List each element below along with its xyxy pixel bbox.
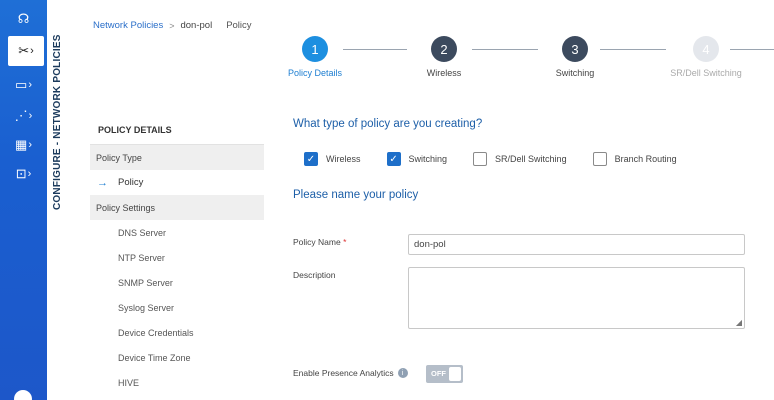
checkbox-label: Switching (408, 154, 448, 164)
devices-icon: ▭ (15, 77, 28, 92)
policy-name-label: Policy Name * (293, 237, 347, 247)
chevron-right-icon: › (28, 139, 32, 151)
section-vertical-label: CONFIGURE - NETWORK POLICIES (50, 0, 72, 400)
presence-analytics-toggle[interactable]: OFF (426, 365, 463, 383)
step-label: Wireless (426, 68, 462, 78)
subnav-header: POLICY DETAILS (90, 115, 264, 145)
subnav-item-device-credentials[interactable]: Device Credentials (90, 320, 264, 345)
policy-type-checkboxes: ✓ Wireless ✓ Switching SR/Dell Switching… (304, 152, 703, 166)
analytics-nav-button[interactable]: ⋰ › (0, 101, 47, 131)
checkbox-box (473, 152, 488, 166)
headset-icon[interactable]: ☊ (0, 4, 47, 34)
step-label: Policy Details (287, 68, 343, 78)
info-icon[interactable]: i (397, 368, 408, 378)
step-switching[interactable]: 3 Switching (525, 36, 625, 78)
checkbox-branch-routing[interactable]: Branch Routing (592, 152, 677, 166)
configure-network-policies-label: CONFIGURE - NETWORK POLICIES (52, 34, 63, 210)
step-sr-dell-switching[interactable]: 4 SR/Dell Switching (656, 36, 756, 78)
apps-nav-button[interactable]: ▦ › (0, 130, 47, 160)
description-textarea[interactable]: ◢ (408, 267, 745, 329)
presence-analytics-label: Enable Presence Analytics (293, 368, 394, 378)
checkbox-wireless[interactable]: ✓ Wireless (304, 152, 361, 166)
chevron-right-icon: › (30, 45, 34, 57)
checkbox-label: Wireless (326, 154, 361, 164)
policy-type-heading: What type of policy are you creating? (293, 118, 483, 130)
security-nav-button[interactable]: ⊡ › (0, 159, 47, 189)
checkbox-label: SR/Dell Switching (495, 154, 567, 164)
subnav-section-policy-settings[interactable]: Policy Settings (90, 195, 264, 220)
subnav-item-snmp-server[interactable]: SNMP Server (90, 270, 264, 295)
configure-nav-button[interactable]: ✂ › (8, 36, 44, 66)
required-marker: * (343, 237, 347, 247)
subnav-item-device-time-zone[interactable]: Device Time Zone (90, 345, 264, 370)
subnav-item-dns-server[interactable]: DNS Server (90, 220, 264, 245)
breadcrumb-current: don-pol (180, 20, 213, 31)
user-avatar[interactable] (14, 390, 32, 400)
step-number: 1 (302, 36, 328, 62)
step-wireless[interactable]: 2 Wireless (394, 36, 494, 78)
policy-name-input[interactable]: don-pol (408, 234, 745, 255)
resize-handle-icon[interactable]: ◢ (736, 318, 742, 327)
chevron-right-icon: › (28, 79, 32, 91)
name-policy-heading: Please name your policy (293, 189, 419, 201)
breadcrumb: Network Policies > don-pol Policy (93, 20, 252, 31)
step-label: Switching (555, 68, 595, 78)
checkbox-box (592, 152, 607, 166)
step-number: 3 (562, 36, 588, 62)
breadcrumb-separator: > (169, 20, 175, 31)
step-number: 4 (693, 36, 719, 62)
presence-analytics-row: Enable Presence Analytics i (293, 368, 408, 378)
subnav-item-policy[interactable]: → Policy (90, 170, 264, 195)
lock-icon: ⊡ (15, 166, 27, 181)
subnav-item-ntp-server[interactable]: NTP Server (90, 245, 264, 270)
step-label: SR/Dell Switching (670, 68, 742, 78)
description-label: Description (293, 270, 336, 280)
breadcrumb-network-policies-link[interactable]: Network Policies (93, 20, 163, 31)
checkbox-sr-dell-switching[interactable]: SR/Dell Switching (473, 152, 567, 166)
breadcrumb-page: Policy (226, 20, 252, 31)
checkbox-label: Branch Routing (614, 154, 677, 164)
checkmark-icon: ✓ (386, 152, 401, 166)
toggle-state-label: OFF (431, 369, 446, 378)
app-window: ☊ ✂ › ▭ › ⋰ › ▦ › ⊡ › CONFIGURE - NETWORK POL… (0, 0, 774, 400)
chevron-right-icon: › (27, 168, 32, 180)
step-number: 2 (431, 36, 457, 62)
grid-icon: ▦ (15, 137, 28, 152)
policy-details-subnav: POLICY DETAILS Policy Type → Policy Poli… (90, 115, 264, 395)
arrow-right-icon: → (97, 176, 108, 189)
checkmark-icon: ✓ (304, 152, 318, 166)
checkbox-switching[interactable]: ✓ Switching (386, 152, 448, 166)
subnav-item-label: Policy (118, 177, 144, 188)
step-policy-details[interactable]: 1 Policy Details (265, 36, 365, 78)
subnav-section-policy-type[interactable]: Policy Type (90, 145, 264, 170)
chevron-right-icon: › (28, 110, 33, 122)
subnav-item-hive[interactable]: HIVE (90, 370, 264, 395)
toggle-knob (449, 367, 461, 381)
main-nav-rail: ☊ ✂ › ▭ › ⋰ › ▦ › ⊡ › (0, 0, 47, 400)
analytics-icon: ⋰ (14, 108, 28, 123)
subnav-item-syslog-server[interactable]: Syslog Server (90, 295, 264, 320)
monitor-nav-button[interactable]: ▭ › (0, 70, 47, 100)
tools-icon: ✂ (18, 43, 30, 58)
